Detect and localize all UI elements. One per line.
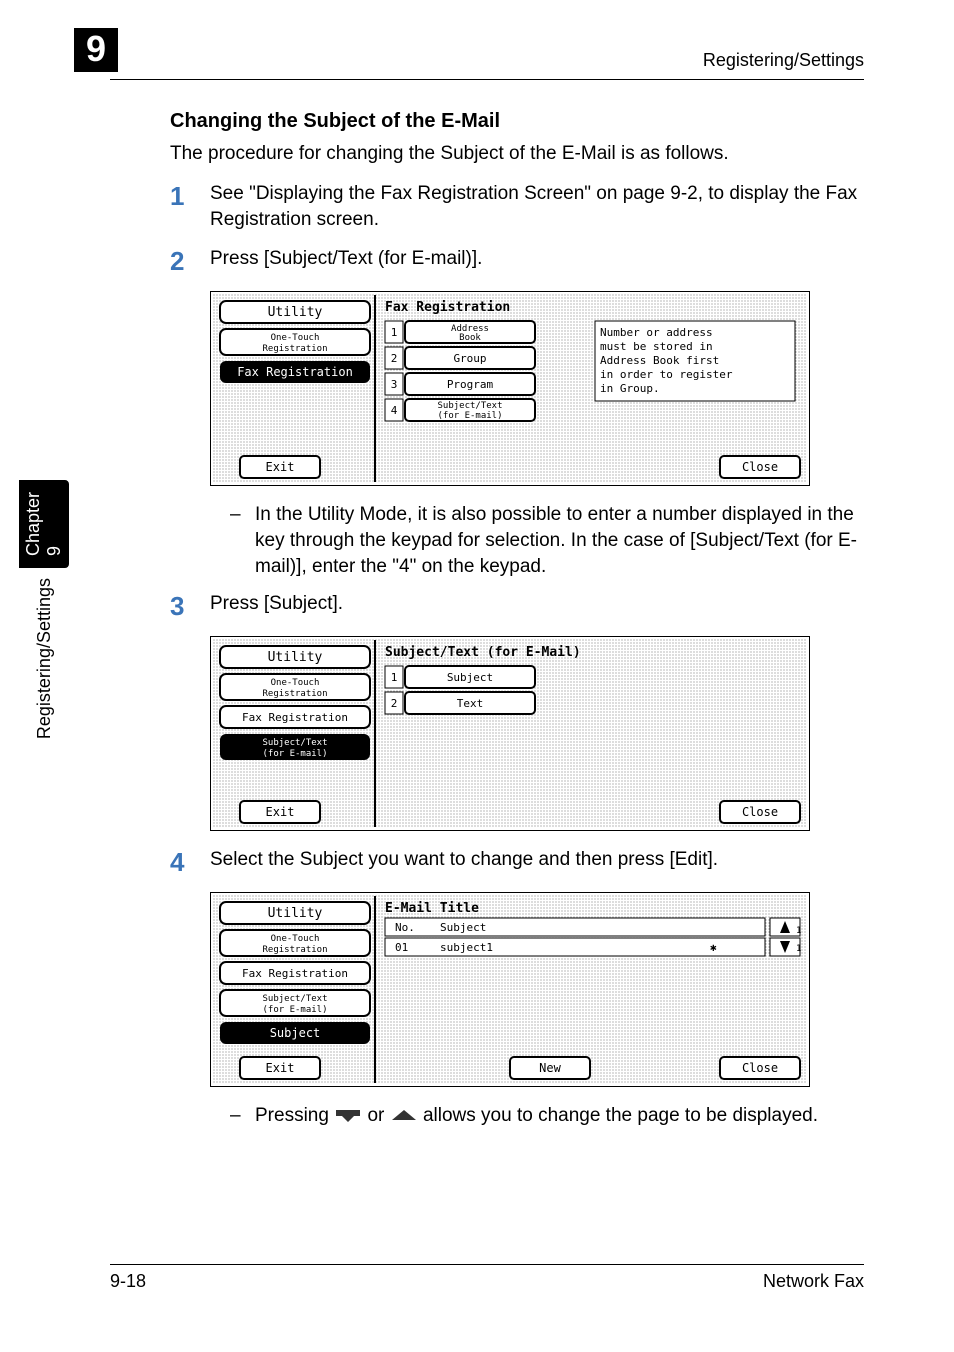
- svg-text:One-Touch: One-Touch: [271, 678, 320, 688]
- subject-text-screen: Utility One-Touch Registration Fax Regis…: [210, 636, 864, 831]
- footer-title: Network Fax: [763, 1271, 864, 1292]
- chapter-number-badge: 9: [74, 28, 118, 72]
- bullet-1-text: In the Utility Mode, it is also possible…: [255, 502, 864, 579]
- svg-text:Fax Registration: Fax Registration: [242, 711, 348, 724]
- bullet-2-text: Pressing or allows you to change the pag…: [255, 1103, 864, 1129]
- arrow-up-icon: [390, 1103, 418, 1129]
- svg-text:Fax Registration: Fax Registration: [385, 300, 510, 315]
- intro-text: The procedure for changing the Subject o…: [170, 143, 864, 165]
- svg-text:Exit: Exit: [266, 460, 295, 474]
- svg-text:Book: Book: [459, 333, 481, 343]
- svg-text:Exit: Exit: [266, 1061, 295, 1075]
- email-title-screen: Utility One-Touch Registration Fax Regis…: [210, 892, 864, 1087]
- svg-text:Registration: Registration: [262, 344, 327, 354]
- svg-text:Subject/Text: Subject/Text: [437, 401, 502, 411]
- step-3-number: 3: [170, 591, 210, 622]
- svg-text:Group: Group: [453, 352, 486, 365]
- svg-text:1: 1: [391, 326, 398, 339]
- svg-text:4: 4: [391, 404, 398, 417]
- svg-text:Close: Close: [742, 460, 778, 474]
- svg-text:Utility: Utility: [268, 906, 323, 921]
- svg-text:Subject: Subject: [447, 671, 493, 684]
- svg-text:✱: ✱: [710, 941, 717, 954]
- svg-text:Close: Close: [742, 1061, 778, 1075]
- svg-text:Subject/Text: Subject/Text: [262, 994, 327, 1004]
- svg-text:One-Touch: One-Touch: [271, 333, 320, 343]
- svg-text:subject1: subject1: [440, 941, 493, 954]
- bullet-dash: –: [230, 502, 255, 579]
- svg-text:Registration: Registration: [262, 945, 327, 955]
- step-4-number: 4: [170, 847, 210, 878]
- svg-text:Address Book first: Address Book first: [600, 354, 719, 367]
- svg-text:Exit: Exit: [266, 805, 295, 819]
- header-section-title: Registering/Settings: [703, 50, 864, 71]
- step-2-text: Press [Subject/Text (for E-mail)].: [210, 246, 864, 277]
- svg-text:Text: Text: [457, 697, 484, 710]
- step-1-number: 1: [170, 181, 210, 232]
- side-tab-chapter: Chapter 9: [19, 480, 69, 568]
- svg-text:(for E-mail): (for E-mail): [437, 411, 502, 421]
- step-1-text: See "Displaying the Fax Registration Scr…: [210, 181, 864, 232]
- side-tab-section: Registering/Settings: [34, 578, 55, 739]
- step-4-text: Select the Subject you want to change an…: [210, 847, 864, 878]
- svg-text:New: New: [539, 1061, 561, 1075]
- svg-text:Subject/Text (for E-Mail): Subject/Text (for E-Mail): [385, 645, 581, 660]
- svg-text:Registration: Registration: [262, 689, 327, 699]
- svg-text:3: 3: [391, 378, 398, 391]
- step-2-number: 2: [170, 246, 210, 277]
- svg-text:Fax Registration: Fax Registration: [237, 365, 353, 379]
- svg-text:Subject: Subject: [270, 1026, 321, 1040]
- svg-text:1: 1: [391, 671, 398, 684]
- bullet-dash: –: [230, 1103, 255, 1129]
- svg-text:Close: Close: [742, 805, 778, 819]
- svg-text:Program: Program: [447, 378, 494, 391]
- fax-registration-screen: Utility One-Touch Registration Fax Regis…: [210, 291, 864, 486]
- svg-text:1: 1: [796, 944, 801, 954]
- svg-text:Subject: Subject: [440, 921, 486, 934]
- svg-text:1: 1: [796, 926, 801, 936]
- svg-text:Number or address: Number or address: [600, 326, 713, 339]
- svg-text:(for E-mail): (for E-mail): [262, 749, 327, 759]
- svg-text:2: 2: [391, 697, 398, 710]
- svg-text:E-Mail Title: E-Mail Title: [385, 901, 479, 916]
- svg-text:01: 01: [395, 941, 408, 954]
- page-heading: Changing the Subject of the E-Mail: [170, 110, 864, 133]
- svg-text:must be stored in: must be stored in: [600, 340, 713, 353]
- svg-text:in Group.: in Group.: [600, 382, 660, 395]
- svg-text:Utility: Utility: [268, 305, 323, 320]
- footer-page-number: 9-18: [110, 1271, 146, 1292]
- svg-text:Fax Registration: Fax Registration: [242, 967, 348, 980]
- step-3-text: Press [Subject].: [210, 591, 864, 622]
- svg-text:No.: No.: [395, 921, 415, 934]
- svg-text:Utility: Utility: [268, 650, 323, 665]
- svg-text:One-Touch: One-Touch: [271, 934, 320, 944]
- svg-text:(for E-mail): (for E-mail): [262, 1005, 327, 1015]
- svg-text:2: 2: [391, 352, 398, 365]
- arrow-down-icon: [334, 1103, 362, 1129]
- svg-text:Subject/Text: Subject/Text: [262, 738, 327, 748]
- svg-text:in order to register: in order to register: [600, 368, 733, 381]
